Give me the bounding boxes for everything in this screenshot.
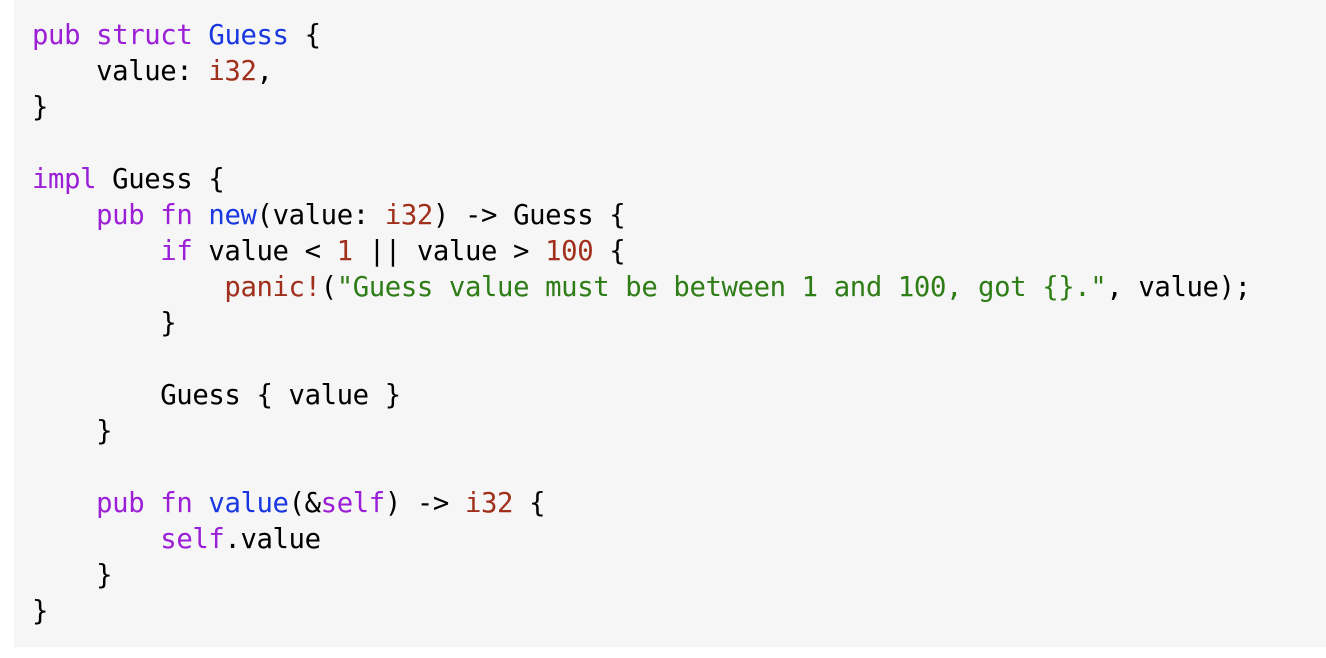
code-token-plain: , bbox=[256, 56, 273, 87]
code-line: Guess { value } bbox=[32, 378, 1326, 414]
code-token-kw: fn bbox=[160, 200, 193, 231]
code-block: pub struct Guess { value: i32,} impl Gues… bbox=[14, 0, 1326, 647]
code-token-num: i32 bbox=[464, 488, 514, 519]
code-token-num: i32 bbox=[208, 56, 257, 87]
code-line: } bbox=[32, 594, 1326, 630]
code-token-plain: ) -> Guess { bbox=[432, 200, 626, 231]
code-token-kw: if bbox=[160, 236, 193, 267]
code-token-mac: panic! bbox=[224, 272, 321, 303]
code-token-plain: { bbox=[593, 236, 626, 267]
code-token-plain: { bbox=[288, 20, 321, 51]
code-token-plain: , value); bbox=[1106, 272, 1251, 303]
code-line: pub fn new(value: i32) -> Guess { bbox=[32, 198, 1326, 234]
code-token-fn: value bbox=[208, 488, 289, 519]
code-token-plain: value: bbox=[32, 56, 209, 87]
code-line: pub fn value(&self) -> i32 { bbox=[32, 486, 1326, 522]
code-token-kw: self bbox=[320, 488, 386, 519]
code-token-kw: pub bbox=[96, 488, 145, 519]
code-token-kw: pub bbox=[32, 20, 81, 51]
code-token-plain: .value bbox=[224, 524, 321, 555]
code-token-num: 1 bbox=[336, 236, 353, 267]
code-token-plain: value < bbox=[192, 236, 337, 267]
code-token-plain: Guess { value } bbox=[32, 380, 401, 411]
code-token-plain: (value: bbox=[256, 200, 385, 231]
code-line: value: i32, bbox=[32, 54, 1326, 90]
code-token-plain: ( bbox=[320, 272, 337, 303]
code-token-str: "Guess value must be between 1 and 100, … bbox=[336, 272, 1107, 303]
code-token-plain: } bbox=[32, 308, 177, 339]
code-token-num: 100 bbox=[545, 236, 594, 267]
code-token-kw: fn bbox=[160, 488, 193, 519]
code-token-kw: impl bbox=[32, 164, 97, 195]
code-listing: pub struct Guess { value: i32,} impl Gues… bbox=[32, 18, 1326, 630]
code-token-plain: { bbox=[513, 488, 546, 519]
code-token-plain: } bbox=[32, 92, 49, 123]
code-line: pub struct Guess { bbox=[32, 18, 1326, 54]
code-line: impl Guess { bbox=[32, 162, 1326, 198]
code-line: } bbox=[32, 558, 1326, 594]
code-line: panic!("Guess value must be between 1 an… bbox=[32, 270, 1326, 306]
code-line: if value < 1 || value > 100 { bbox=[32, 234, 1326, 270]
code-token-fn: new bbox=[208, 200, 257, 231]
code-token-plain: ) -> bbox=[384, 488, 465, 519]
code-token-plain: Guess { bbox=[96, 164, 225, 195]
code-token-ty: Guess bbox=[208, 20, 289, 51]
code-token-plain: } bbox=[32, 596, 49, 627]
code-token-kw: pub bbox=[96, 200, 145, 231]
code-token-plain: } bbox=[32, 416, 113, 447]
code-token-plain: || value > bbox=[352, 236, 546, 267]
code-token-plain: } bbox=[32, 560, 113, 591]
code-line: } bbox=[32, 306, 1326, 342]
code-token-kw: struct bbox=[96, 20, 193, 51]
code-token-kw: self bbox=[160, 524, 225, 555]
code-token-num: i32 bbox=[384, 200, 434, 231]
code-token-plain: (& bbox=[288, 488, 321, 519]
code-line: self.value bbox=[32, 522, 1326, 558]
code-line: } bbox=[32, 90, 1326, 126]
code-line: } bbox=[32, 414, 1326, 450]
